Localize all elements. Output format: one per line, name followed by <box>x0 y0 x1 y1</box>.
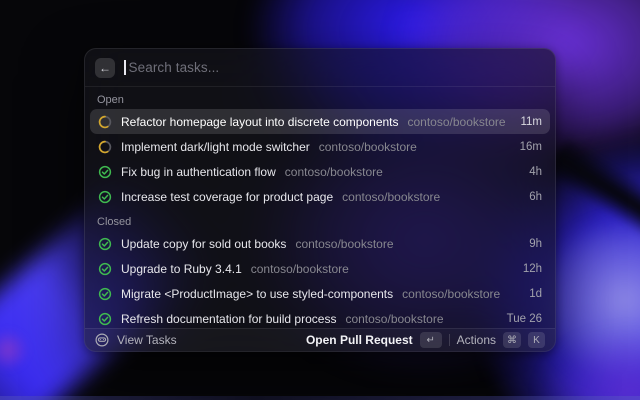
section-label: Closed <box>85 209 555 231</box>
task-title: Upgrade to Ruby 3.4.1 <box>121 262 242 276</box>
section-label: Open <box>85 87 555 109</box>
task-time: 4h <box>529 166 542 178</box>
back-button[interactable]: ← <box>95 58 115 78</box>
done-icon <box>98 237 112 251</box>
search-bar: ← Search tasks... <box>85 49 555 87</box>
task-section: Open Refactor homepage layout into discr… <box>85 87 555 209</box>
task-time: 11m <box>520 116 542 128</box>
done-icon <box>98 190 112 204</box>
wallpaper-bottom-edge <box>0 396 640 400</box>
task-section: Closed Update copy for sold out books co… <box>85 209 555 328</box>
task-repo: contoso/bookstore <box>408 115 506 129</box>
task-row[interactable]: Fix bug in authentication flow contoso/b… <box>90 159 550 184</box>
task-row[interactable]: Update copy for sold out books contoso/b… <box>90 231 550 256</box>
done-icon <box>98 287 112 301</box>
back-arrow-icon: ← <box>99 58 111 78</box>
done-icon <box>98 312 112 326</box>
footer-left[interactable]: View Tasks <box>95 333 177 347</box>
section-rows: Refactor homepage layout into discrete c… <box>85 109 555 209</box>
wallpaper-magenta-dot-left <box>0 330 30 370</box>
task-repo: contoso/bookstore <box>402 287 500 301</box>
task-title: Update copy for sold out books <box>121 237 286 251</box>
footer-right: Open Pull Request ↵ Actions ⌘ K <box>306 332 545 348</box>
task-title: Increase test coverage for product page <box>121 190 333 204</box>
text-cursor <box>124 60 126 75</box>
task-repo: contoso/bookstore <box>251 262 349 276</box>
in-progress-icon <box>98 140 112 154</box>
actions-button[interactable]: Actions <box>457 333 496 347</box>
command-palette: ← Search tasks... Open Refactor homepage… <box>84 48 556 352</box>
task-time: 16m <box>520 141 542 153</box>
task-title: Fix bug in authentication flow <box>121 165 276 179</box>
view-tasks-label: View Tasks <box>117 333 177 347</box>
task-title: Implement dark/light mode switcher <box>121 140 310 154</box>
search-input[interactable]: Search tasks... <box>129 60 546 75</box>
in-progress-icon <box>98 115 112 129</box>
section-rows: Update copy for sold out books contoso/b… <box>85 231 555 328</box>
task-row[interactable]: Migrate <ProductImage> to use styled-com… <box>90 281 550 306</box>
task-title: Refactor homepage layout into discrete c… <box>121 115 399 129</box>
done-icon <box>98 262 112 276</box>
task-time: 9h <box>529 238 542 250</box>
task-title: Refresh documentation for build process <box>121 312 336 326</box>
task-row[interactable]: Upgrade to Ruby 3.4.1 contoso/bookstore … <box>90 256 550 281</box>
enter-key-icon: ↵ <box>420 332 442 348</box>
task-time: 12h <box>523 263 542 275</box>
task-repo: contoso/bookstore <box>345 312 443 326</box>
task-repo: contoso/bookstore <box>285 165 383 179</box>
task-time: 6h <box>529 191 542 203</box>
task-time: 1d <box>529 288 542 300</box>
task-row[interactable]: Implement dark/light mode switcher conto… <box>90 134 550 159</box>
task-row[interactable]: Refactor homepage layout into discrete c… <box>90 109 550 134</box>
footer-bar: View Tasks Open Pull Request ↵ Actions ⌘… <box>85 328 555 351</box>
task-repo: contoso/bookstore <box>319 140 417 154</box>
done-icon <box>98 165 112 179</box>
task-row[interactable]: Refresh documentation for build process … <box>90 306 550 328</box>
k-key-icon: K <box>528 332 545 348</box>
task-list: Open Refactor homepage layout into discr… <box>85 87 555 328</box>
open-pull-request-button[interactable]: Open Pull Request <box>306 333 413 347</box>
task-time: Tue 26 <box>507 313 542 325</box>
cmd-key-icon: ⌘ <box>503 332 521 348</box>
task-repo: contoso/bookstore <box>295 237 393 251</box>
task-title: Migrate <ProductImage> to use styled-com… <box>121 287 393 301</box>
task-row[interactable]: Increase test coverage for product page … <box>90 184 550 209</box>
task-repo: contoso/bookstore <box>342 190 440 204</box>
footer-divider <box>449 334 450 346</box>
copilot-icon <box>95 333 109 347</box>
